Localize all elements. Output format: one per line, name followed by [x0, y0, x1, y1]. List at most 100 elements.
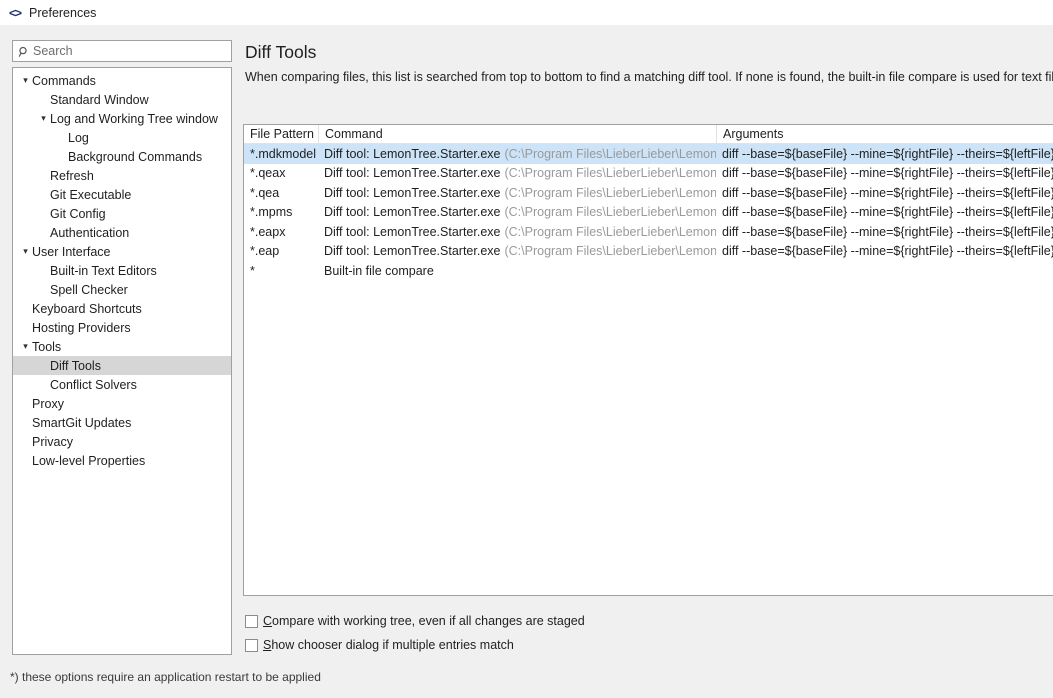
sidebar-item-keyboard-shortcuts[interactable]: Keyboard Shortcuts [13, 299, 231, 318]
checkbox-box[interactable] [245, 614, 258, 628]
search-placeholder: Search [33, 44, 73, 58]
checkbox-mnemonic-0: C [263, 614, 273, 628]
cell-command: Diff tool: LemonTree.Starter.exe (C:\Prog… [318, 144, 716, 164]
table-row[interactable]: *.qeax Diff tool: LemonTree.Starter.exe (C… [244, 164, 1053, 184]
command-path-text: (C:\Program Files\LieberLieber\LemonTree… [504, 185, 716, 200]
sidebar-item-label: Diff Tools [50, 358, 101, 373]
sidebar-item-diff-tools[interactable]: Diff Tools [13, 356, 231, 375]
cell-file-pattern: *.qea [250, 185, 280, 200]
search-input[interactable]: Search [12, 40, 232, 62]
sidebar-item-label: Commands [32, 73, 96, 88]
sidebar-item-git-config[interactable]: Git Config [13, 204, 231, 223]
sidebar-item-label: Spell Checker [50, 282, 128, 297]
command-path-text: (C:\Program Files\LieberLieber\LemonTree… [504, 166, 716, 181]
command-path-text: (C:\Program Files\LieberLieber\LemonTree… [504, 224, 716, 239]
sidebar-item-tools[interactable]: ▾ Tools [13, 337, 231, 356]
command-text: Diff tool: LemonTree.Starter.exe [324, 146, 501, 161]
chevron-down-icon[interactable]: ▾ [19, 342, 32, 351]
sidebar-item-label: Conflict Solvers [50, 377, 137, 392]
command-text: Built-in file compare [324, 263, 434, 278]
sidebar-item-label: Hosting Providers [32, 320, 131, 335]
cell-file-pattern: *.eapx [250, 224, 286, 239]
sidebar-item-log[interactable]: Log [13, 128, 231, 147]
cell-arguments [716, 261, 1053, 281]
checkbox-text-1: how chooser dialog if multiple entries m… [271, 638, 514, 652]
command-text: Diff tool: LemonTree.Starter.exe [324, 224, 501, 239]
page-description: When comparing files, this list is searc… [245, 70, 1053, 84]
command-path-text: (C:\Program Files\LieberLieber\LemonTree… [504, 146, 716, 161]
sidebar-item-low-level-properties[interactable]: Low-level Properties [13, 451, 231, 470]
sidebar-item-label: Background Commands [68, 149, 203, 164]
table-row[interactable]: *.qea Diff tool: LemonTree.Starter.exe (C:… [244, 183, 1053, 203]
cell-arguments: diff --base=${baseFile} --mine=${rightFi… [722, 166, 1053, 181]
sidebar-item-git-executable[interactable]: Git Executable [13, 185, 231, 204]
chevron-down-icon[interactable]: ▾ [19, 247, 32, 256]
sidebar-item-label: User Interface [32, 244, 111, 259]
sidebar-item-label: Git Config [50, 206, 106, 221]
table-row[interactable]: *.mdkmodel Diff tool: LemonTree.Starter.e… [244, 144, 1053, 164]
table-row[interactable]: *.eap Diff tool: LemonTree.Starter.exe (C:… [244, 242, 1053, 262]
sidebar-item-commands[interactable]: ▾ Commands [13, 71, 231, 90]
sidebar-item-authentication[interactable]: Authentication [13, 223, 231, 242]
command-path-text: (C:\Program Files\LieberLieber\LemonTree… [504, 205, 716, 220]
cell-command: Diff tool: LemonTree.Starter.exe (C:\Prog… [318, 222, 716, 242]
diff-tools-table[interactable]: File Pattern Command Arguments *.mdkmode… [243, 124, 1053, 596]
sidebar-item-privacy[interactable]: Privacy [13, 432, 231, 451]
sidebar-item-hosting-providers[interactable]: Hosting Providers [13, 318, 231, 337]
sidebar-item-conflict-solvers[interactable]: Conflict Solvers [13, 375, 231, 394]
sidebar-item-log-and-working-tree-window[interactable]: ▾ Log and Working Tree window [13, 109, 231, 128]
table-row[interactable]: *.eapx Diff tool: LemonTree.Starter.exe (C… [244, 222, 1053, 242]
cell-arguments: diff --base=${baseFile} --mine=${rightFi… [722, 205, 1053, 220]
cell-file-pattern: *.qeax [250, 166, 286, 181]
checkbox-box[interactable] [245, 638, 258, 652]
sidebar-item-label: Keyboard Shortcuts [32, 301, 142, 316]
sidebar-item-label: Proxy [32, 396, 64, 411]
command-text: Diff tool: LemonTree.Starter.exe [324, 244, 501, 259]
checkbox-compare-with-working-tree[interactable]: Compare with working tree, even if all c… [245, 614, 585, 628]
sidebar-item-label: Privacy [32, 434, 73, 449]
sidebar-item-user-interface[interactable]: ▾ User Interface [13, 242, 231, 261]
column-header-arguments[interactable]: Arguments [716, 125, 1053, 144]
table-row[interactable]: *.mpms Diff tool: LemonTree.Starter.exe (C… [244, 203, 1053, 223]
table-header-row: File Pattern Command Arguments [244, 125, 1053, 144]
sidebar-item-label: Built-in Text Editors [50, 263, 157, 278]
sidebar-item-label: Standard Window [50, 92, 149, 107]
cell-file-pattern: *.mpms [250, 205, 293, 220]
sidebar-item-refresh[interactable]: Refresh [13, 166, 231, 185]
cell-command: Diff tool: LemonTree.Starter.exe (C:\Prog… [318, 242, 716, 262]
sidebar-item-label: Git Executable [50, 187, 132, 202]
window-title: Preferences [29, 5, 97, 20]
command-path-text: (C:\Program Files\LieberLieber\LemonTree… [504, 244, 716, 259]
cell-arguments: diff --base=${baseFile} --mine=${rightFi… [722, 224, 1053, 239]
sidebar-item-label: SmartGit Updates [32, 415, 132, 430]
search-icon [18, 45, 30, 57]
table-row[interactable]: * Built-in file compare [244, 261, 1053, 281]
cell-file-pattern: *.mdkmodel [250, 146, 316, 161]
checkbox-text-0: ompare with working tree, even if all ch… [272, 614, 585, 628]
sidebar-item-spell-checker[interactable]: Spell Checker [13, 280, 231, 299]
cell-arguments: diff --base=${baseFile} --mine=${rightFi… [722, 146, 1053, 161]
sidebar-item-label: Tools [32, 339, 62, 354]
table-body[interactable]: *.mdkmodel Diff tool: LemonTree.Starter.e… [244, 144, 1053, 281]
code-brackets-icon: <> [9, 5, 22, 20]
page-title: Diff Tools [245, 42, 317, 62]
checkbox-show-chooser-dialog[interactable]: Show chooser dialog if multiple entries … [245, 638, 514, 652]
command-text: Diff tool: LemonTree.Starter.exe [324, 166, 501, 181]
sidebar-item-label: Log [68, 130, 89, 145]
cell-file-pattern: *.eap [250, 244, 280, 259]
sidebar-item-standard-window[interactable]: Standard Window [13, 90, 231, 109]
sidebar-item-smartgit-updates[interactable]: SmartGit Updates [13, 413, 231, 432]
chevron-down-icon[interactable]: ▾ [37, 114, 50, 123]
cell-command: Diff tool: LemonTree.Starter.exe (C:\Prog… [318, 203, 716, 223]
checkbox-label: Show chooser dialog if multiple entries … [263, 638, 514, 652]
cell-command: Built-in file compare [318, 261, 716, 281]
cell-command: Diff tool: LemonTree.Starter.exe (C:\Prog… [318, 164, 716, 184]
sidebar-item-built-in-text-editors[interactable]: Built-in Text Editors [13, 261, 231, 280]
chevron-down-icon[interactable]: ▾ [19, 76, 32, 85]
settings-tree[interactable]: ▾ Commands Standard Window ▾ Log and Working… [12, 67, 232, 655]
cell-command: Diff tool: LemonTree.Starter.exe (C:\Prog… [318, 183, 716, 203]
column-header-command[interactable]: Command [318, 125, 716, 144]
column-header-file-pattern[interactable]: File Pattern [244, 125, 318, 144]
sidebar-item-proxy[interactable]: Proxy [13, 394, 231, 413]
sidebar-item-background-commands[interactable]: Background Commands [13, 147, 231, 166]
